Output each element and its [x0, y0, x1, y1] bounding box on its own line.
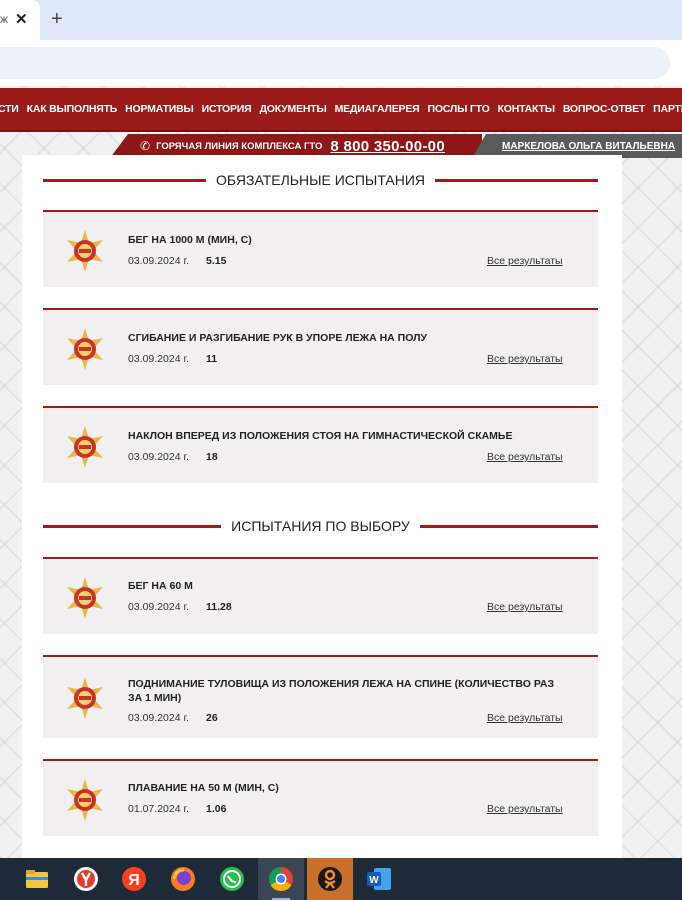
hotline-number[interactable]: 8 800 350-00-00 — [330, 138, 445, 155]
yandex-icon[interactable]: Я — [111, 858, 157, 900]
gto-badge-icon — [67, 677, 103, 719]
browser-tab-strip: ж ✕ + — [0, 0, 682, 40]
test-date: 03.09.2024 г. — [128, 451, 189, 463]
test-result: 1.06 — [206, 803, 227, 815]
test-date: 03.09.2024 г. — [128, 353, 189, 365]
svg-text:Я: Я — [128, 872, 140, 889]
gto-badge-icon — [67, 577, 103, 619]
nav-item-standards[interactable]: НОРМАТИВЫ — [125, 103, 194, 115]
all-results-link[interactable]: Все результаты — [487, 601, 563, 613]
close-icon[interactable]: ✕ — [15, 10, 28, 28]
all-results-link[interactable]: Все результаты — [487, 255, 563, 267]
test-result: 26 — [206, 712, 218, 724]
all-results-link[interactable]: Все результаты — [487, 712, 563, 724]
nav-item-how-to[interactable]: КАК ВЫПОЛНЯТЬ — [27, 103, 118, 115]
test-date: 03.09.2024 г. — [128, 601, 189, 613]
new-tab-button[interactable]: + — [51, 7, 63, 31]
test-result: 11 — [206, 353, 218, 365]
user-name-link[interactable]: МАРКЕЛОВА ОЛЬГА ВИТАЛЬЕВНА — [502, 141, 675, 152]
test-card: ПЛАВАНИЕ НА 50 М (МИН, С) 01.07.2024 г. … — [43, 759, 598, 836]
gto-badge-icon — [67, 426, 103, 468]
nav-item-history[interactable]: ИСТОРИЯ — [202, 103, 252, 115]
all-results-link[interactable]: Все результаты — [487, 353, 563, 365]
divider — [435, 178, 599, 182]
test-date: 03.09.2024 г. — [128, 255, 189, 267]
divider — [419, 524, 598, 528]
test-name: СГИБАНИЕ И РАЗГИБАНИЕ РУК В УПОРЕ ЛЕЖА Н… — [128, 332, 428, 344]
address-bar[interactable] — [0, 47, 670, 79]
site-nav: ОСТИ КАК ВЫПОЛНЯТЬ НОРМАТИВЫ ИСТОРИЯ ДОК… — [0, 88, 682, 132]
odnoklassniki-icon[interactable] — [307, 858, 353, 900]
section-title-optional: ИСПЫТАНИЯ ПО ВЫБОРУ — [43, 515, 598, 537]
section-title-text: ОБЯЗАТЕЛЬНЫЕ ИСПЫТАНИЯ — [215, 172, 426, 188]
nav-item-contacts[interactable]: КОНТАКТЫ — [498, 103, 555, 115]
test-name: ПЛАВАНИЕ НА 50 М (МИН, С) — [128, 782, 279, 794]
test-name: ПОДНИМАНИЕ ТУЛОВИЩА ИЗ ПОЛОЖЕНИЯ ЛЕЖА НА… — [128, 678, 555, 704]
file-explorer-icon[interactable] — [14, 858, 60, 900]
gto-badge-icon — [67, 328, 103, 370]
tab-title: ж — [0, 12, 9, 26]
taskbar: Я W — [0, 858, 682, 900]
nav-item-media[interactable]: МЕДИАГАЛЕРЕЯ — [335, 103, 420, 115]
nav-item-documents[interactable]: ДОКУМЕНТЫ — [260, 103, 327, 115]
test-card: НАКЛОН ВПЕРЕД ИЗ ПОЛОЖЕНИЯ СТОЯ НА ГИМНА… — [43, 406, 598, 483]
phone-icon: ✆ — [140, 139, 151, 153]
whatsapp-icon[interactable] — [209, 858, 255, 900]
nav-item-ambassadors[interactable]: ПОСЛЫ ГТО — [427, 103, 489, 115]
all-results-link[interactable]: Все результаты — [487, 451, 563, 463]
test-date: 01.07.2024 г. — [128, 803, 189, 815]
test-card: СГИБАНИЕ И РАЗГИБАНИЕ РУК В УПОРЕ ЛЕЖА Н… — [43, 308, 598, 385]
nav-item-partners[interactable]: ПАРТНЕРЫ — [653, 103, 682, 115]
test-result: 11.28 — [206, 601, 232, 613]
nav-item-faq[interactable]: ВОПРОС-ОТВЕТ — [563, 103, 646, 115]
svg-text:W: W — [369, 875, 379, 886]
browser-toolbar — [0, 40, 682, 86]
word-icon[interactable]: W — [356, 858, 402, 900]
test-card: БЕГ НА 60 М 03.09.2024 г. 11.28 Все резу… — [43, 557, 598, 634]
test-result: 5.15 — [206, 255, 227, 267]
test-name: БЕГ НА 60 М — [128, 580, 193, 592]
test-date: 03.09.2024 г. — [128, 712, 189, 724]
yandex-browser-icon[interactable] — [63, 858, 109, 900]
divider — [43, 524, 222, 528]
gto-badge-icon — [67, 230, 103, 272]
test-name: НАКЛОН ВПЕРЕД ИЗ ПОЛОЖЕНИЯ СТОЯ НА ГИМНА… — [128, 430, 513, 442]
section-title-text: ИСПЫТАНИЯ ПО ВЫБОРУ — [231, 518, 410, 534]
browser-tab[interactable]: ж ✕ — [0, 0, 40, 40]
gto-badge-icon — [67, 779, 103, 821]
hotline-label: ГОРЯЧАЯ ЛИНИЯ КОМПЛЕКСА ГТО — [156, 140, 323, 152]
test-card: ПОДНИМАНИЕ ТУЛОВИЩА ИЗ ПОЛОЖЕНИЯ ЛЕЖА НА… — [43, 655, 598, 738]
chrome-icon[interactable] — [258, 858, 304, 900]
nav-item-news[interactable]: ОСТИ — [0, 103, 19, 115]
all-results-link[interactable]: Все результаты — [487, 803, 563, 815]
test-name: БЕГ НА 1000 М (МИН, С) — [128, 234, 252, 246]
section-title-mandatory: ОБЯЗАТЕЛЬНЫЕ ИСПЫТАНИЯ — [43, 169, 599, 191]
firefox-icon[interactable] — [160, 858, 206, 900]
test-result: 18 — [206, 451, 218, 463]
test-card: БЕГ НА 1000 М (МИН, С) 03.09.2024 г. 5.1… — [43, 210, 598, 287]
divider — [43, 178, 206, 182]
